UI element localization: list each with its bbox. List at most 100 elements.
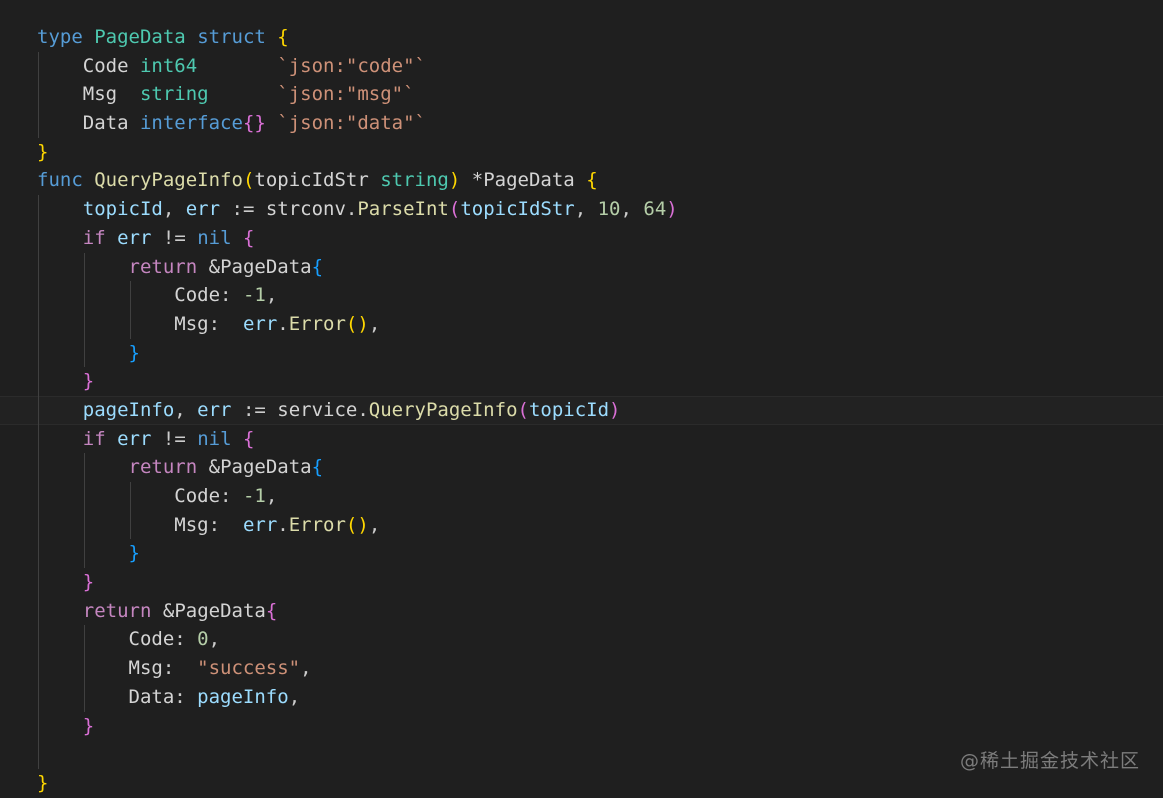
indent-guide [38,395,39,425]
code-token-bracket2: } [82,714,95,737]
indent-guide [84,682,85,712]
indent-guide [38,539,39,569]
code-token-plain: : [174,628,198,651]
code-token-plain: , [574,198,598,221]
code-token-type: string [139,83,209,106]
code-token-field: PageData [220,456,312,479]
code-token-field: Code [128,628,175,651]
code-line[interactable]: return &PageData{ [0,453,1163,482]
code-line[interactable]: type PageData struct { [0,23,1163,52]
code-token-type: string [380,169,449,192]
code-editor[interactable]: type PageData struct { Code int64 `json:… [0,23,1163,797]
code-line[interactable]: } [0,568,1163,597]
code-line[interactable]: } [0,367,1163,396]
indent-guide [38,682,39,712]
code-token-func: QueryPageInfo [368,398,518,421]
indent-guide [38,510,39,540]
code-line[interactable]: } [0,338,1163,368]
indent-guide [130,309,131,339]
code-line[interactable]: Code: 0, [0,625,1163,655]
code-token-number: -1 [242,485,266,507]
code-token-keyword: interface [139,112,243,135]
code-token-var: err [242,312,278,335]
indent-guide [38,109,39,138]
code-token-plain: : [174,685,198,708]
code-line[interactable]: return &PageData{ [0,252,1163,282]
code-token-plain: , [368,513,381,536]
code-token-field: & [208,456,221,479]
code-token-field: topicIdStr [254,169,369,192]
code-line[interactable]: func QueryPageInfo(topicIdStr string) *P… [0,166,1163,195]
indent-guide [84,625,85,655]
code-line[interactable]: topicId, err := strconv.ParseInt(topicId… [0,195,1163,224]
code-token-func: Error [288,513,346,536]
code-line[interactable]: pageInfo, err := service.QueryPageInfo(t… [0,395,1163,425]
indent-guide [38,195,39,224]
code-line[interactable]: Code: -1, [0,281,1163,310]
code-line[interactable]: Msg: "success", [0,654,1163,683]
code-line[interactable]: } [0,711,1163,741]
code-token-string: `json:"code"` [277,54,426,77]
indent-guide [38,596,39,626]
indent-guide [38,367,39,396]
code-token-field: * [471,169,484,192]
code-line[interactable]: if err != nil { [0,424,1163,454]
code-token-plain: , [174,398,198,421]
code-line[interactable]: Msg: err.Error(), [0,510,1163,540]
indent-guide [84,482,85,511]
code-line[interactable]: } [0,769,1163,798]
code-line[interactable]: } [0,539,1163,569]
code-line[interactable]: return &PageData{ [0,596,1163,626]
code-token-control: return [128,255,198,278]
code-token-bracket2: ) [666,198,678,221]
code-token-bracket1: ) [448,169,461,192]
code-token-bracket1: } [37,140,49,163]
code-token-plain: , [620,198,644,221]
code-token-plain: : [208,513,243,536]
indent-guide [130,510,131,540]
code-token-bracket3: { [311,255,324,278]
code-token-var: err [197,398,232,421]
code-line[interactable]: Msg: err.Error(), [0,309,1163,339]
code-token-plain: , [288,685,301,708]
code-token-string: "success" [197,657,301,680]
code-token-field: PageData [220,255,312,278]
indent-guide [38,453,39,482]
code-token-plain: , [265,284,278,307]
code-token-field: Msg [174,513,209,536]
code-token-field: PageData [483,169,575,192]
code-token-number: -1 [242,284,266,307]
code-token-field: Code [82,54,129,77]
code-token-plain: , [265,485,278,507]
code-line[interactable]: Code int64 `json:"code"` [0,51,1163,81]
code-token-func: ParseInt [357,198,449,221]
code-token-var: topicId [82,198,163,221]
code-line[interactable]: Data interface{} `json:"data"` [0,109,1163,138]
indent-guide [84,281,85,310]
code-line[interactable]: Data: pageInfo, [0,682,1163,712]
code-line[interactable]: if err != nil { [0,223,1163,253]
code-line[interactable]: Msg string `json:"msg"` [0,80,1163,110]
code-token-bracket1: } [37,771,49,794]
code-line[interactable]: Code: -1, [0,482,1163,511]
code-line[interactable]: } [0,138,1163,167]
code-token-bracket2: {} [242,112,266,135]
code-token-keyword: nil [197,427,232,450]
code-token-keyword: nil [197,226,232,249]
